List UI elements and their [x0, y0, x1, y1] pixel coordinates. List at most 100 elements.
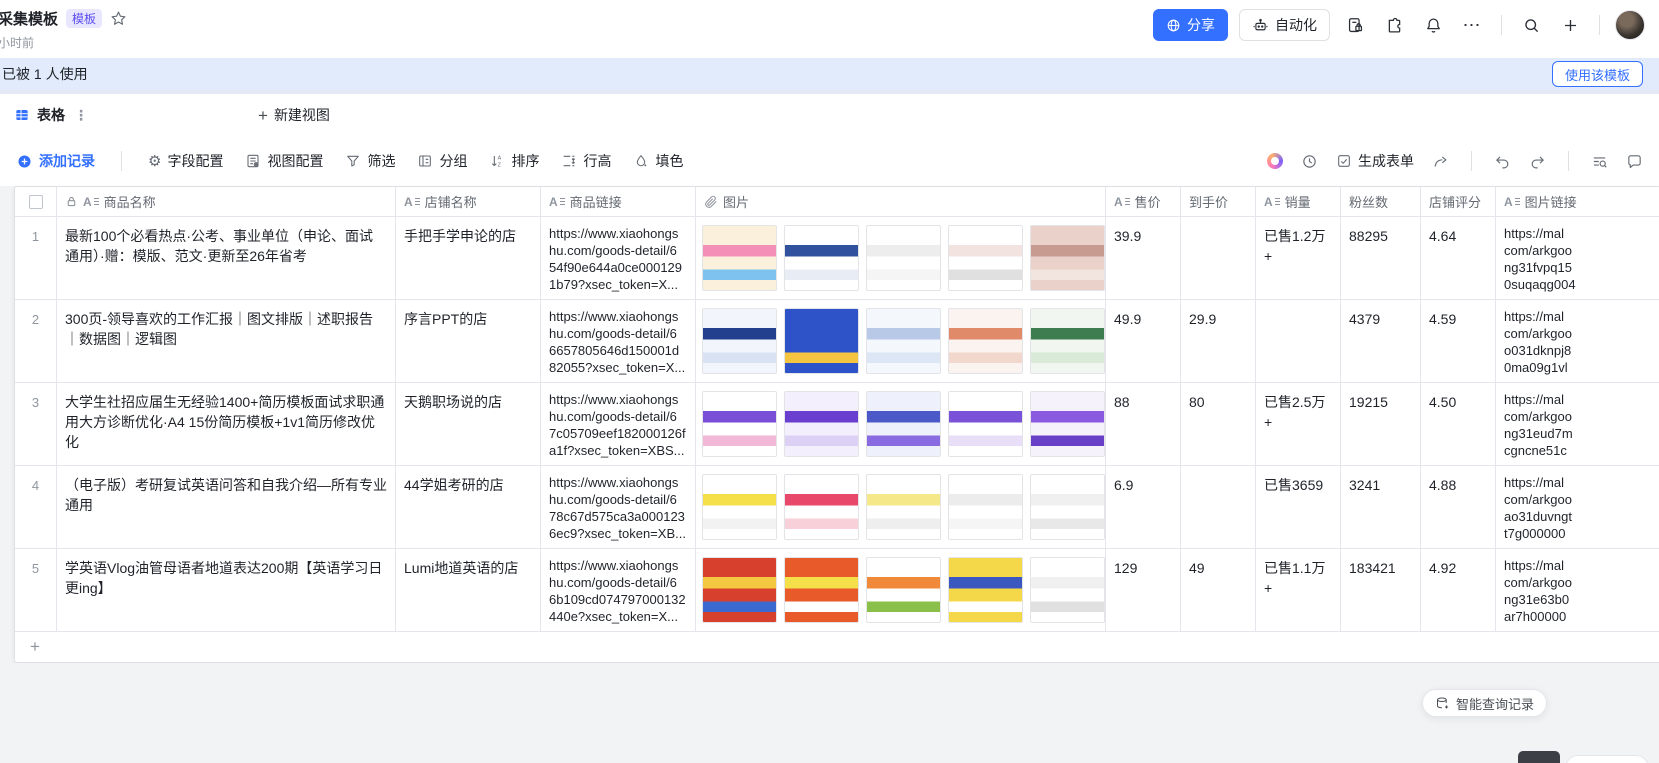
- column-header[interactable]: A 店铺评分: [1421, 187, 1496, 216]
- cell-image-link[interactable]: https://mal com/arkgoo o031dknpj8 0ma09g…: [1496, 300, 1659, 382]
- use-template-button[interactable]: 使用该模板: [1552, 61, 1643, 87]
- automation-button[interactable]: 自动化: [1239, 9, 1330, 41]
- product-thumbnail[interactable]: [702, 225, 777, 291]
- product-thumbnail[interactable]: [702, 308, 777, 374]
- sort-button[interactable]: AZ 排序: [489, 151, 539, 171]
- cell-rating[interactable]: 4.64: [1421, 217, 1496, 299]
- cell-product-name[interactable]: （电子版）考研复试英语问答和自我介绍—所有专业通用: [57, 466, 396, 548]
- cell-rating[interactable]: 4.59: [1421, 300, 1496, 382]
- undo-icon[interactable]: [1494, 153, 1511, 170]
- row-number[interactable]: 2: [15, 300, 57, 382]
- product-thumbnail[interactable]: [1030, 474, 1105, 540]
- product-thumbnail[interactable]: [1030, 225, 1105, 291]
- cell-final-price[interactable]: [1181, 466, 1256, 548]
- product-thumbnail[interactable]: [784, 225, 859, 291]
- row-number[interactable]: 3: [15, 383, 57, 465]
- star-icon[interactable]: [110, 10, 127, 27]
- cell-final-price[interactable]: 49: [1181, 549, 1256, 631]
- product-thumbnail[interactable]: [1030, 557, 1105, 623]
- cell-sales[interactable]: 已售3659: [1256, 466, 1341, 548]
- more-vertical-icon[interactable]: ⋮: [74, 107, 88, 124]
- cell-image-link[interactable]: https://mal com/arkgoo ng31fvpq15 0suqaq…: [1496, 217, 1659, 299]
- product-thumbnail[interactable]: [866, 474, 941, 540]
- cell-followers[interactable]: 183421: [1341, 549, 1421, 631]
- cell-final-price[interactable]: [1181, 217, 1256, 299]
- row-number[interactable]: 5: [15, 549, 57, 631]
- product-thumbnail[interactable]: [866, 391, 941, 457]
- cell-images[interactable]: [696, 300, 1106, 382]
- find-icon[interactable]: [1591, 153, 1608, 170]
- cell-shop-name[interactable]: Lumi地道英语的店: [396, 549, 541, 631]
- select-all-checkbox[interactable]: [29, 195, 43, 209]
- column-header[interactable]: A 售价: [1106, 187, 1181, 216]
- cell-product-name[interactable]: 学英语Vlog油管母语者地道表达200期【英语学习日更ing】: [57, 549, 396, 631]
- product-thumbnail[interactable]: [1030, 391, 1105, 457]
- ai-icon[interactable]: [1267, 153, 1283, 169]
- product-thumbnail[interactable]: [784, 391, 859, 457]
- cell-shop-name[interactable]: 天鹅职场说的店: [396, 383, 541, 465]
- cell-followers[interactable]: 3241: [1341, 466, 1421, 548]
- cell-product-link[interactable]: https://www.xiaohongs hu.com/goods-detai…: [541, 549, 696, 631]
- product-thumbnail[interactable]: [948, 308, 1023, 374]
- cell-sales[interactable]: 已售2.5万+: [1256, 383, 1341, 465]
- cell-followers[interactable]: 88295: [1341, 217, 1421, 299]
- cell-price[interactable]: 6.9: [1106, 466, 1181, 548]
- row-number[interactable]: 1: [15, 217, 57, 299]
- cut-off-button[interactable]: [1518, 751, 1560, 763]
- cell-rating[interactable]: 4.92: [1421, 549, 1496, 631]
- cell-product-link[interactable]: https://www.xiaohongs hu.com/goods-detai…: [541, 383, 696, 465]
- cell-product-name[interactable]: 最新100个必看热点·公考、事业单位（申论、面试通用）·赠：模版、范文·更新至2…: [57, 217, 396, 299]
- smart-query-button[interactable]: 智能查询记录: [1422, 689, 1547, 717]
- cell-product-name[interactable]: 大学生社招应届生无经验1400+简历模板面试求职通用大方诊断优化·A4 15份简…: [57, 383, 396, 465]
- product-thumbnail[interactable]: [948, 474, 1023, 540]
- cell-product-name[interactable]: 300页-领导喜欢的工作汇报｜图文排版｜述职报告｜数据图｜逻辑图: [57, 300, 396, 382]
- product-thumbnail[interactable]: [702, 474, 777, 540]
- cell-rating[interactable]: 4.50: [1421, 383, 1496, 465]
- cell-sales[interactable]: [1256, 300, 1341, 382]
- cell-final-price[interactable]: 80: [1181, 383, 1256, 465]
- filter-button[interactable]: 筛选: [345, 151, 395, 171]
- cell-images[interactable]: [696, 383, 1106, 465]
- column-header[interactable]: A 图片: [696, 187, 1106, 216]
- cell-image-link[interactable]: https://mal com/arkgoo ao31duvngt t7g000…: [1496, 466, 1659, 548]
- generate-form-button[interactable]: 生成表单: [1336, 151, 1414, 171]
- column-header[interactable]: A 店铺名称: [396, 187, 541, 216]
- permissions-button[interactable]: [1341, 11, 1369, 39]
- product-thumbnail[interactable]: [948, 557, 1023, 623]
- add-record-button[interactable]: 添加记录: [16, 151, 95, 171]
- product-thumbnail[interactable]: [866, 557, 941, 623]
- product-thumbnail[interactable]: [702, 557, 777, 623]
- cut-off-pill[interactable]: [1565, 755, 1649, 763]
- cell-shop-name[interactable]: 序言PPT的店: [396, 300, 541, 382]
- cell-followers[interactable]: 4379: [1341, 300, 1421, 382]
- add-row-button[interactable]: +: [15, 632, 1659, 662]
- new-button[interactable]: [1556, 11, 1584, 39]
- cell-product-link[interactable]: https://www.xiaohongs hu.com/goods-detai…: [541, 466, 696, 548]
- avatar[interactable]: [1615, 10, 1645, 40]
- cell-price[interactable]: 88: [1106, 383, 1181, 465]
- share-arrow-icon[interactable]: [1432, 153, 1449, 170]
- column-header[interactable]: A 粉丝数: [1341, 187, 1421, 216]
- widget-button[interactable]: [1380, 11, 1408, 39]
- cell-images[interactable]: [696, 217, 1106, 299]
- new-view-button[interactable]: + 新建视图: [258, 105, 330, 125]
- cell-rating[interactable]: 4.88: [1421, 466, 1496, 548]
- cell-product-link[interactable]: https://www.xiaohongs hu.com/goods-detai…: [541, 300, 696, 382]
- view-config-button[interactable]: 视图配置: [245, 151, 323, 171]
- column-header[interactable]: A 销量: [1256, 187, 1341, 216]
- cell-image-link[interactable]: https://mal com/arkgoo ng31eud7m cgncne5…: [1496, 383, 1659, 465]
- cell-images[interactable]: [696, 466, 1106, 548]
- product-thumbnail[interactable]: [784, 308, 859, 374]
- history-icon[interactable]: [1301, 153, 1318, 170]
- cell-followers[interactable]: 19215: [1341, 383, 1421, 465]
- redo-icon[interactable]: [1529, 153, 1546, 170]
- comment-icon[interactable]: [1626, 153, 1643, 170]
- field-config-button[interactable]: ⚙ 字段配置: [148, 151, 223, 171]
- cell-image-link[interactable]: https://mal com/arkgoo ng31e63b0 ar7h000…: [1496, 549, 1659, 631]
- row-height-button[interactable]: 行高: [561, 151, 611, 171]
- product-thumbnail[interactable]: [866, 225, 941, 291]
- select-all-header[interactable]: [15, 187, 57, 216]
- cell-price[interactable]: 49.9: [1106, 300, 1181, 382]
- column-header[interactable]: A 图片链接: [1496, 187, 1659, 216]
- fill-color-button[interactable]: 填色: [633, 151, 683, 171]
